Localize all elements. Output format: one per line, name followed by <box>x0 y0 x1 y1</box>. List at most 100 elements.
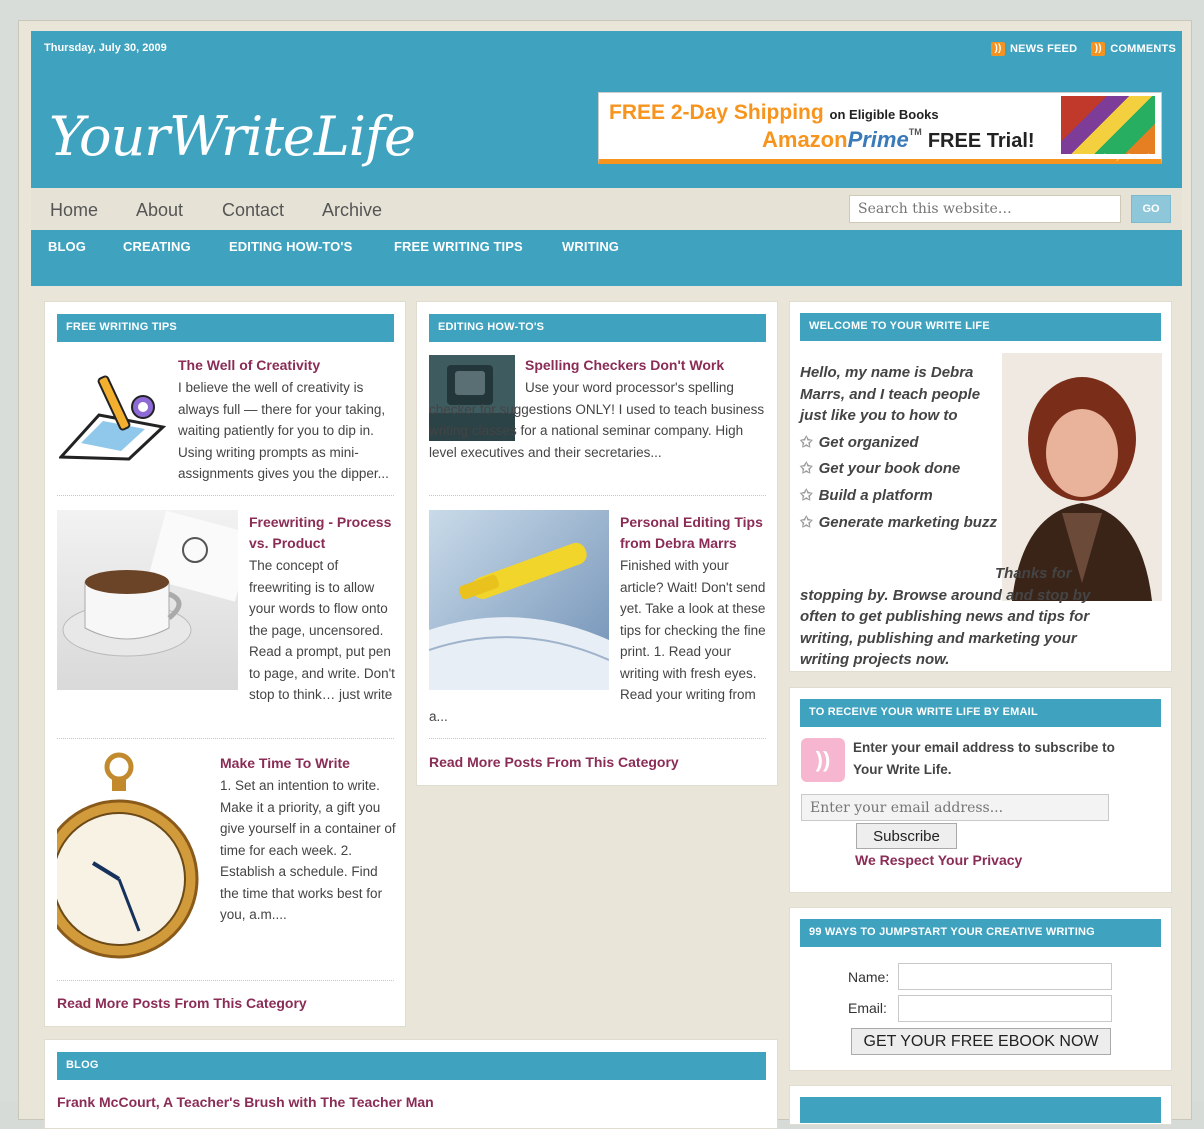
divider <box>57 738 394 739</box>
ad-line1: FREE 2-Day Shipping on Eligible Books <box>609 101 939 125</box>
category-nav: BLOG CREATING EDITING HOW-TO'S FREE WRIT… <box>31 230 1182 286</box>
coffee-cup-image <box>62 510 238 657</box>
post-excerpt-wrap: The concept of freewriting is to allow y… <box>249 555 399 705</box>
post-title[interactable]: Make Time To Write <box>220 753 400 774</box>
search-go-button[interactable]: GO <box>1131 195 1171 223</box>
page-container: Thursday, July 30, 2009 )) NEWS FEED )) CO… <box>18 20 1192 1129</box>
editing-howtos-box: EDITING HOW-TO'S Spelling Checkers Don't… <box>416 301 778 786</box>
nav-contact[interactable]: Contact <box>222 200 284 221</box>
section-heading: FREE WRITING TIPS <box>57 314 394 342</box>
section-heading: 99 WAYS TO JUMPSTART YOUR CREATIVE WRITI… <box>800 919 1161 947</box>
ad-line1-big: FREE 2-Day Shipping <box>609 101 824 124</box>
rss-icon: )) <box>991 42 1006 56</box>
star-icon: ✩ <box>800 513 813 531</box>
welcome-item-label: Get organized <box>818 433 919 451</box>
post-excerpt: I believe the well of creativity is alwa… <box>178 380 389 481</box>
comments-feed-link[interactable]: )) COMMENTS <box>1091 42 1176 56</box>
welcome-outro-text: Thanks for stopping by. Browse around an… <box>800 565 1091 669</box>
divider <box>57 980 394 981</box>
email-subscribe-box: TO RECEIVE YOUR WRITE LIFE BY EMAIL )) E… <box>789 687 1172 893</box>
post-title[interactable]: Spelling Checkers Don't Work <box>525 355 765 376</box>
post-excerpt: 1. Set an intention to write. Make it a … <box>220 778 396 922</box>
site-header: Thursday, July 30, 2009 )) NEWS FEED )) CO… <box>31 31 1182 188</box>
cat-free-writing-tips[interactable]: FREE WRITING TIPS <box>394 239 523 254</box>
divider <box>57 495 394 496</box>
email-label: Email: <box>848 1000 887 1016</box>
section-heading: WELCOME TO YOUR WRITE LIFE <box>800 313 1161 341</box>
star-icon: ✩ <box>800 486 813 504</box>
ebook-email-field[interactable] <box>898 995 1112 1022</box>
name-label: Name: <box>848 969 890 985</box>
welcome-intro: Hello, my name is Debra Marrs, and I tea… <box>800 364 981 425</box>
post-excerpt-wrap: Finished with your article? Wait! Don't … <box>429 555 769 725</box>
welcome-item: ✩ Get your book done <box>800 458 1000 480</box>
section-heading: BLOG <box>57 1052 766 1080</box>
post-thumbnail-coffee[interactable] <box>57 510 238 690</box>
comments-feed-label: COMMENTS <box>1110 43 1176 55</box>
subscribe-button[interactable]: Subscribe <box>856 823 957 849</box>
welcome-item-label: Generate marketing buzz <box>818 513 997 531</box>
welcome-item: ✩ Get organized <box>800 432 1000 454</box>
amazon-ad-banner[interactable]: FREE 2-Day Shipping on Eligible Books Am… <box>598 92 1162 164</box>
welcome-item: ✩ Build a platform <box>800 485 1000 507</box>
nav-archive[interactable]: Archive <box>322 200 382 221</box>
nav-about[interactable]: About <box>136 200 183 221</box>
star-icon: ✩ <box>800 433 813 451</box>
get-ebook-button[interactable]: GET YOUR FREE EBOOK NOW <box>851 1028 1111 1055</box>
logo-script-graphic: YourWriteLife <box>49 105 416 168</box>
name-field[interactable] <box>898 963 1112 990</box>
post-title[interactable]: The Well of Creativity <box>178 355 398 376</box>
free-writing-tips-box: FREE WRITING TIPS The Well of Creativity… <box>44 301 406 1027</box>
post-title[interactable]: Personal Editing Tips from Debra Marrs <box>620 512 772 554</box>
post-thumbnail-watch[interactable] <box>57 751 207 971</box>
pen-paper-icon <box>59 375 167 461</box>
post-title[interactable]: Frank McCourt, A Teacher's Brush with Th… <box>57 1092 757 1113</box>
post-title[interactable]: Freewriting - Process vs. Product <box>249 512 399 554</box>
welcome-outro: Thanks for stopping by. Browse around an… <box>800 563 1120 671</box>
divider <box>429 495 766 496</box>
float-spacer <box>429 555 620 695</box>
ad-trial: FREE Trial! <box>927 130 1035 152</box>
ad-book-image <box>1061 96 1155 154</box>
post-excerpt: The concept of freewriting is to allow y… <box>249 558 395 702</box>
section-heading: EDITING HOW-TO'S <box>429 314 766 342</box>
welcome-text: Hello, my name is Debra Marrs, and I tea… <box>800 362 1000 533</box>
divider <box>429 738 766 739</box>
ad-line2: AmazonPrimeTM FREE Trial! <box>762 127 1035 153</box>
cat-editing[interactable]: EDITING HOW-TO'S <box>229 239 352 254</box>
nav-home[interactable]: Home <box>50 200 98 221</box>
welcome-item: ✩ Generate marketing buzz <box>800 512 1000 534</box>
header-date: Thursday, July 30, 2009 <box>44 42 167 54</box>
site-logo[interactable]: YourWriteLife <box>45 83 445 183</box>
email-input[interactable] <box>801 794 1109 821</box>
ad-prime: Prime <box>847 127 909 152</box>
search-input[interactable] <box>849 195 1121 223</box>
feed-links: )) NEWS FEED )) COMMENTS <box>991 42 1176 56</box>
cat-blog[interactable]: BLOG <box>48 239 86 254</box>
next-sidebar-box <box>789 1085 1172 1125</box>
read-more-link[interactable]: Read More Posts From This Category <box>429 754 679 770</box>
ad-tm: TM <box>908 127 922 137</box>
welcome-item-label: Get your book done <box>818 460 961 478</box>
primary-nav: Home About Contact Archive GO <box>31 188 1182 230</box>
browser-viewport: Thursday, July 30, 2009 )) NEWS FEED )) CO… <box>0 0 1204 1129</box>
rss-email-icon: )) <box>801 738 845 782</box>
news-feed-link[interactable]: )) NEWS FEED <box>991 42 1077 56</box>
privacy-link[interactable]: We Respect Your Privacy <box>855 852 1022 868</box>
post-thumbnail-pen[interactable] <box>59 355 167 465</box>
blog-box: BLOG Frank McCourt, A Teacher's Brush wi… <box>44 1039 778 1129</box>
ad-line1-small: on Eligible Books <box>829 107 939 122</box>
rss-icon: )) <box>1091 42 1106 56</box>
star-icon: ✩ <box>800 460 813 478</box>
section-heading-partial <box>800 1097 1161 1123</box>
cat-writing[interactable]: WRITING <box>562 239 619 254</box>
ad-privacy[interactable]: Privacy Information <box>1097 154 1157 161</box>
read-more-link[interactable]: Read More Posts From This Category <box>57 995 307 1011</box>
logo-text: YourWriteLife <box>49 105 415 168</box>
email-text: Enter your email address to subscribe to… <box>853 740 1115 777</box>
section-heading: TO RECEIVE YOUR WRITE LIFE BY EMAIL <box>800 699 1161 727</box>
cat-creating[interactable]: CREATING <box>123 239 191 254</box>
news-feed-label: NEWS FEED <box>1010 43 1078 55</box>
ad-brand: Amazon <box>762 127 848 152</box>
